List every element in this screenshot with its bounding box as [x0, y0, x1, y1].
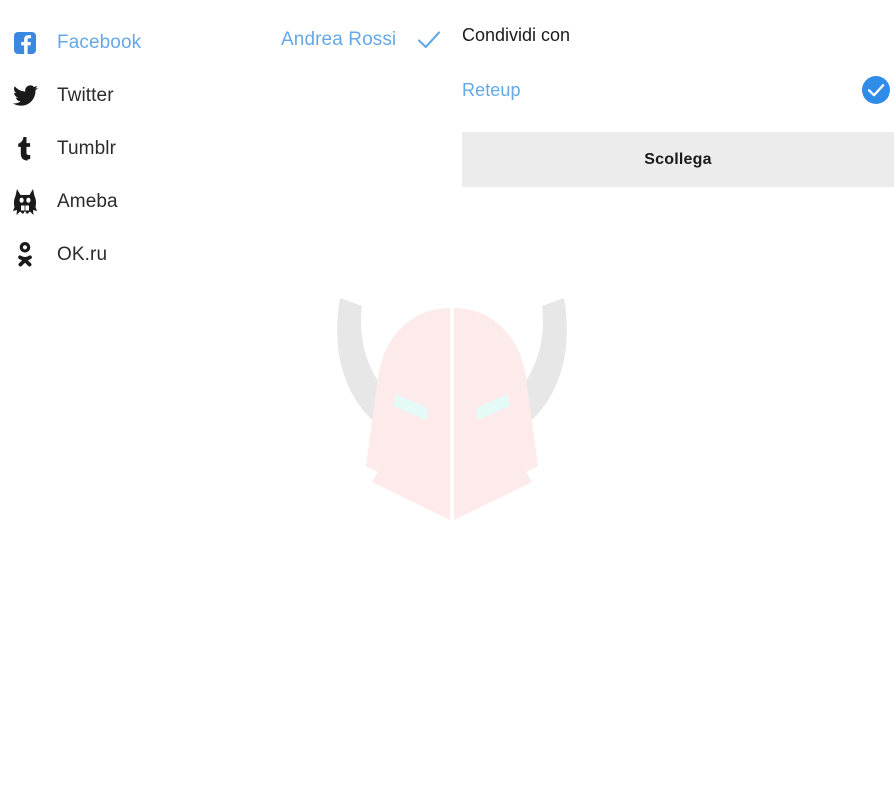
ameba-icon: [10, 187, 40, 217]
twitter-icon: [10, 81, 40, 111]
disconnect-button-label: Scollega: [644, 150, 712, 168]
service-label: OK.ru: [57, 243, 108, 265]
service-row-facebook[interactable]: Facebook: [0, 16, 270, 69]
helmet-eye-left: [394, 394, 428, 420]
share-panel-title: Condividi con: [462, 25, 571, 45]
share-target-row: Reteup: [462, 74, 894, 106]
helmet-face-left: [366, 308, 450, 520]
viking-helmet-icon: [337, 298, 567, 520]
okru-icon: [10, 240, 40, 270]
account-area: Andrea Rossi: [281, 22, 442, 58]
service-label: Facebook: [57, 31, 142, 53]
check-circle-icon[interactable]: [861, 75, 891, 105]
share-panel: Condividi con Reteup Scollega: [462, 0, 894, 200]
service-row-okru[interactable]: OK.ru: [0, 228, 270, 281]
service-label: Twitter: [57, 84, 114, 106]
service-label: Ameba: [57, 190, 118, 212]
service-row-twitter[interactable]: Twitter: [0, 69, 270, 122]
helmet-horn-left: [337, 298, 392, 422]
helmet-eye-right: [476, 394, 510, 420]
service-row-tumblr[interactable]: Tumblr: [0, 122, 270, 175]
share-target-name[interactable]: Reteup: [462, 79, 521, 101]
helmet-horn-right: [512, 298, 567, 422]
facebook-icon: [10, 28, 40, 58]
check-icon[interactable]: [416, 27, 442, 53]
account-name[interactable]: Andrea Rossi: [281, 29, 396, 51]
service-row-ameba[interactable]: Ameba: [0, 175, 270, 228]
helmet-face-right: [454, 308, 538, 520]
disconnect-button[interactable]: Scollega: [462, 132, 894, 187]
service-label: Tumblr: [57, 137, 117, 159]
tumblr-icon: [10, 134, 40, 164]
